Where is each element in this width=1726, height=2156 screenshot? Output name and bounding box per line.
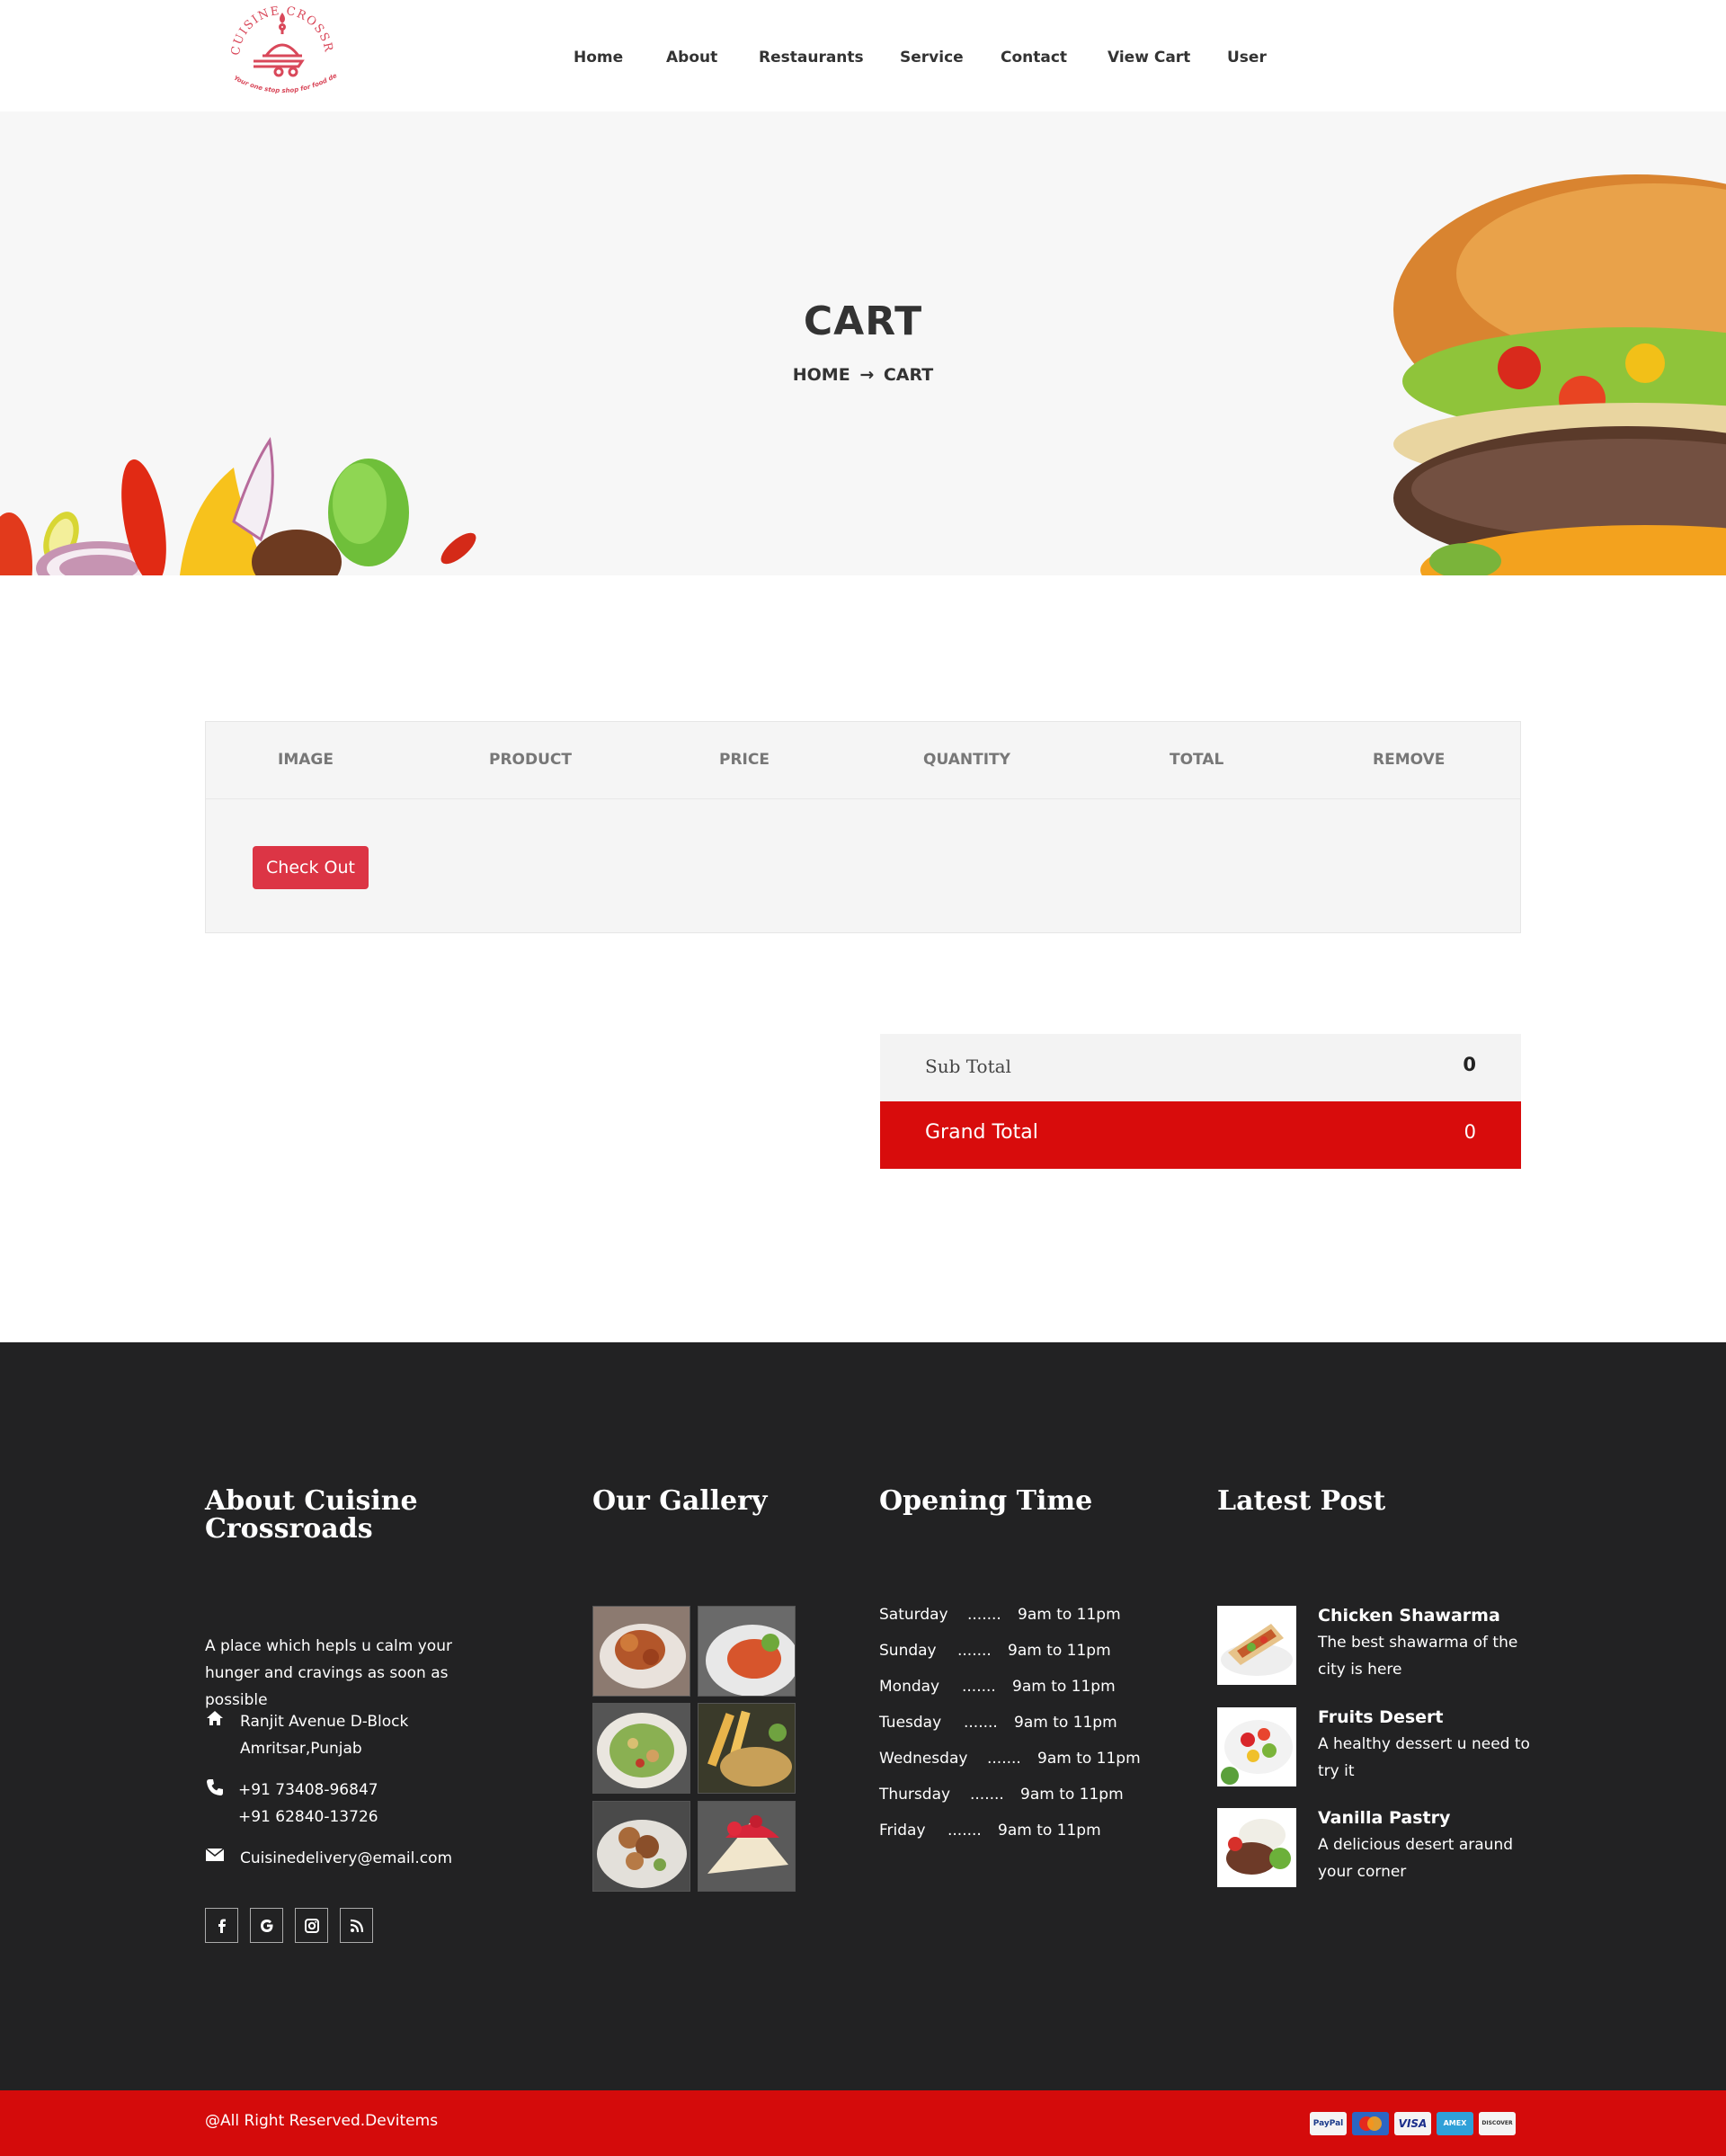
- footer-address-line1: Ranjit Avenue D-Block: [240, 1713, 409, 1731]
- hours-time: 9am to 11pm: [1018, 1606, 1121, 1624]
- post-title[interactable]: Fruits Desert: [1318, 1707, 1444, 1727]
- vegetables-image: [0, 437, 476, 575]
- hours-row-monday: Monday ....... 9am to 11pm: [879, 1678, 1116, 1705]
- gallery-image-1[interactable]: [592, 1606, 690, 1697]
- nav-view-cart[interactable]: View Cart: [1108, 45, 1190, 70]
- footer-phone-1[interactable]: +91 73408-96847: [238, 1777, 378, 1804]
- page-title: CART: [803, 298, 923, 344]
- hours-row-thursday: Thursday ....... 9am to 11pm: [879, 1786, 1124, 1813]
- google-icon[interactable]: [250, 1908, 283, 1943]
- cart-totals: Sub Total 0 Grand Total 0: [880, 1034, 1521, 1169]
- grand-total-row: Grand Total 0: [880, 1101, 1521, 1169]
- gallery-image-6[interactable]: [698, 1801, 796, 1892]
- subtotal-label: Sub Total: [925, 1056, 1011, 1077]
- hours-day: Tuesday: [879, 1714, 942, 1732]
- post-title[interactable]: Chicken Shawarma: [1318, 1606, 1500, 1626]
- hours-day: Sunday: [879, 1642, 937, 1660]
- post-thumbnail-shawarma[interactable]: [1217, 1606, 1296, 1685]
- col-total: TOTAL: [1170, 751, 1224, 769]
- hours-dots: .......: [987, 1750, 1021, 1768]
- grand-total-label: Grand Total: [925, 1121, 1038, 1144]
- site-header: CUISINE CROSSROADS Your one stop shop fo…: [0, 0, 1726, 111]
- amex-icon: AMEX: [1437, 2112, 1473, 2135]
- hours-time: 9am to 11pm: [1008, 1642, 1111, 1660]
- hours-dots: .......: [948, 1822, 982, 1840]
- footer-posts-title: Latest Post: [1217, 1485, 1386, 1517]
- hours-row-sunday: Sunday ....... 9am to 11pm: [879, 1642, 1111, 1669]
- nav-service[interactable]: Service: [900, 45, 964, 70]
- hours-row-saturday: Saturday ....... 9am to 11pm: [879, 1606, 1121, 1633]
- post-description: The best shawarma of the city is here: [1318, 1634, 1518, 1679]
- breadcrumb-home-link[interactable]: HOME: [793, 365, 850, 385]
- nav-contact[interactable]: Contact: [1001, 45, 1067, 70]
- hours-day: Friday: [879, 1822, 926, 1840]
- grand-total-value: 0: [1464, 1121, 1476, 1143]
- mail-icon: [205, 1848, 225, 1861]
- hours-time: 9am to 11pm: [1037, 1750, 1141, 1768]
- nav-restaurants[interactable]: Restaurants: [759, 45, 864, 70]
- hours-day: Thursday: [879, 1786, 951, 1804]
- breadcrumb-current: CART: [883, 365, 934, 385]
- subtotal-value: 0: [1463, 1054, 1476, 1075]
- gallery-image-4[interactable]: [698, 1703, 796, 1794]
- hours-time: 9am to 11pm: [1020, 1786, 1124, 1804]
- hours-time: 9am to 11pm: [1012, 1678, 1116, 1696]
- footer-about-title: About Cuisine Crossroads: [205, 1485, 418, 1545]
- phone-icon: [207, 1779, 223, 1795]
- hours-row-friday: Friday ....... 9am to 11pm: [879, 1822, 1101, 1849]
- hours-row-wednesday: Wednesday ....... 9am to 11pm: [879, 1750, 1141, 1777]
- footer-gallery-title: Our Gallery: [592, 1485, 768, 1517]
- main-nav: Home About Restaurants Service Contact V…: [0, 45, 1726, 70]
- hours-time: 9am to 11pm: [998, 1822, 1101, 1840]
- footer-address-line2: Amritsar,Punjab: [240, 1740, 362, 1758]
- footer-about-description: A place which hepls u calm your hunger a…: [205, 1637, 452, 1709]
- checkout-button[interactable]: Check Out: [253, 846, 369, 889]
- post-description: A delicious desert araund your corner: [1318, 1836, 1514, 1881]
- post-thumbnail-pastry[interactable]: [1217, 1808, 1296, 1887]
- footer-phone-2[interactable]: +91 62840-13726: [238, 1804, 378, 1831]
- hours-dots: .......: [964, 1714, 998, 1732]
- instagram-icon[interactable]: [295, 1908, 328, 1943]
- hours-dots: .......: [957, 1642, 992, 1660]
- hours-day: Wednesday: [879, 1750, 968, 1768]
- discover-icon: DISCOVER: [1479, 2112, 1516, 2135]
- breadcrumb: HOME → CART: [0, 365, 1726, 385]
- visa-icon: VISA: [1394, 2112, 1431, 2135]
- rss-icon[interactable]: [340, 1908, 373, 1943]
- nav-about[interactable]: About: [666, 45, 717, 70]
- page-banner: CART HOME → CART: [0, 111, 1726, 575]
- arrow-right-icon: →: [859, 365, 875, 385]
- post-thumbnail-fruits[interactable]: [1217, 1707, 1296, 1786]
- bottom-bar: @All Right Reserved.Devitems PayPal VISA…: [0, 2090, 1726, 2156]
- hours-day: Monday: [879, 1678, 940, 1696]
- post-description: A healthy dessert u need to try it: [1318, 1735, 1530, 1780]
- col-product: PRODUCT: [489, 751, 572, 769]
- copyright-text: @All Right Reserved.Devitems: [205, 2112, 439, 2130]
- col-image: IMAGE: [278, 751, 334, 769]
- hours-dots: .......: [967, 1606, 1001, 1624]
- col-remove: REMOVE: [1373, 751, 1446, 769]
- col-quantity: QUANTITY: [923, 751, 1010, 769]
- gallery-image-2[interactable]: [698, 1606, 799, 1697]
- footer-email[interactable]: Cuisinedelivery@email.com: [240, 1845, 452, 1872]
- post-title[interactable]: Vanilla Pastry: [1318, 1808, 1450, 1828]
- hours-row-tuesday: Tuesday ....... 9am to 11pm: [879, 1714, 1117, 1741]
- facebook-icon[interactable]: [205, 1908, 238, 1943]
- nav-user[interactable]: User: [1227, 45, 1267, 70]
- mastercard-icon: [1352, 2112, 1389, 2135]
- hours-dots: .......: [970, 1786, 1004, 1804]
- footer-hours-title: Opening Time: [879, 1485, 1093, 1517]
- gallery-image-5[interactable]: [592, 1801, 690, 1892]
- hours-time: 9am to 11pm: [1014, 1714, 1117, 1732]
- nav-home[interactable]: Home: [574, 45, 623, 70]
- hours-day: Saturday: [879, 1606, 948, 1624]
- cart-table: IMAGE PRODUCT PRICE QUANTITY TOTAL REMOV…: [205, 721, 1521, 933]
- col-price: PRICE: [719, 751, 770, 769]
- gallery-image-3[interactable]: [592, 1703, 690, 1794]
- subtotal-row: Sub Total 0: [880, 1034, 1521, 1101]
- cart-table-header: IMAGE PRODUCT PRICE QUANTITY TOTAL REMOV…: [206, 722, 1520, 799]
- hours-dots: .......: [962, 1678, 996, 1696]
- paypal-icon: PayPal: [1310, 2112, 1347, 2135]
- home-icon: [207, 1711, 223, 1725]
